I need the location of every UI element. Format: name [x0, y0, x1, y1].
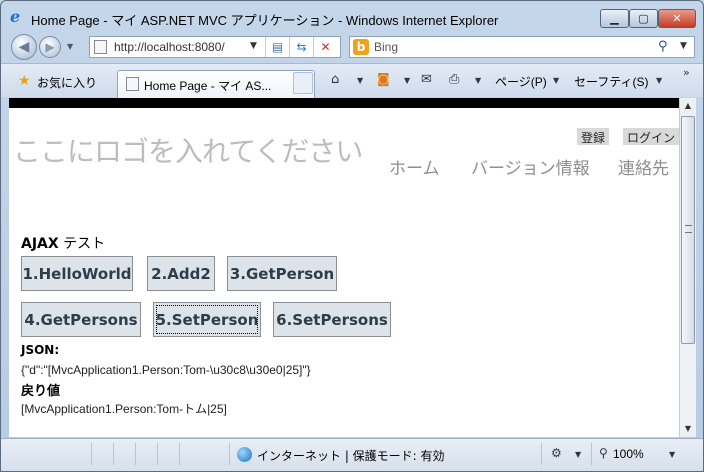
get-persons-button[interactable]: 4.GetPersons [21, 302, 141, 337]
register-link[interactable]: 登録 [577, 128, 610, 145]
bing-icon: b [353, 39, 369, 55]
recent-pages-dropdown-icon[interactable]: ▼ [67, 42, 73, 51]
menu-contact[interactable]: 連絡先 [618, 154, 669, 179]
mail-icon[interactable]: ✉ [421, 72, 432, 87]
vertical-scrollbar[interactable]: ▲ ▼ [679, 98, 696, 437]
refresh-icon: ⇆ [296, 40, 307, 54]
home-icon[interactable]: ⌂ [331, 72, 339, 87]
login-link[interactable]: ログイン [623, 128, 679, 145]
search-input[interactable]: Bing [374, 40, 398, 54]
ie-window: e Home Page - マイ ASP.NET MVC アプリケーション - … [0, 0, 704, 472]
favorites-bar: ★ お気に入り Home Page - マイ AS... ⌂ ▼ ◙ ▼ ✉ ⎙… [1, 63, 703, 98]
security-zone-text[interactable]: インターネット | 保護モード: 有効 [257, 447, 445, 464]
feeds-icon[interactable]: ◙ [377, 72, 390, 87]
popup-dropdown-icon[interactable]: ▼ [575, 450, 581, 459]
stop-button[interactable]: ✕ [313, 37, 337, 57]
scroll-up-arrow-icon[interactable]: ▲ [680, 98, 696, 114]
stop-icon: ✕ [320, 40, 331, 54]
status-divider [157, 443, 158, 465]
page-icon [94, 40, 107, 54]
address-row: ◀ ▶ ▼ http://localhost:8080/ ▼ ▤ ⇆ ✕ b B… [1, 33, 703, 61]
compatibility-view-icon: ▤ [271, 40, 284, 54]
back-button[interactable]: ◀ [11, 34, 37, 60]
page-top-bar [9, 98, 679, 108]
title-bar: e Home Page - マイ ASP.NET MVC アプリケーション - … [1, 1, 703, 33]
status-bar: インターネット | 保護モード: 有効 ⚙ ▼ ⚲ 100% ▼ [1, 438, 703, 471]
page-content: ここにロゴを入れてください 登録 ログイン ホーム バージョン情報 連絡先 AJ… [9, 98, 679, 437]
status-divider [591, 443, 592, 465]
status-divider [179, 443, 180, 465]
maximize-icon: ▢ [638, 12, 649, 25]
menu-home[interactable]: ホーム [389, 154, 440, 179]
get-person-button[interactable]: 3.GetPerson [227, 256, 337, 291]
hello-world-button[interactable]: 1.HelloWorld [21, 256, 133, 291]
address-bar[interactable]: http://localhost:8080/ ▼ ▤ ⇆ ✕ [89, 36, 341, 58]
site-header: ここにロゴを入れてください 登録 ログイン ホーム バージョン情報 連絡先 [9, 108, 679, 190]
json-label: JSON: [21, 343, 60, 357]
status-divider [229, 443, 230, 465]
window-title: Home Page - マイ ASP.NET MVC アプリケーション - Wi… [31, 13, 499, 28]
address-input[interactable]: http://localhost:8080/ [114, 40, 225, 54]
back-arrow-icon: ◀ [18, 39, 30, 55]
tab-home-page[interactable]: Home Page - マイ AS... [117, 70, 315, 98]
print-icon[interactable]: ⎙ [449, 72, 459, 87]
favorites-button[interactable]: お気に入り [37, 74, 97, 91]
zoom-icon[interactable]: ⚲ [599, 446, 608, 460]
status-divider [135, 443, 136, 465]
main-content: AJAX テスト 1.HelloWorld 2.Add2 3.GetPerson… [9, 186, 679, 437]
new-tab-button[interactable] [293, 72, 313, 94]
site-logo-text: ここにロゴを入れてください [13, 135, 363, 168]
safety-dropdown-icon: ▼ [656, 76, 663, 85]
scroll-thumb[interactable] [681, 116, 695, 344]
zoom-level[interactable]: 100% [613, 447, 644, 461]
search-dropdown-icon[interactable]: ▼ [680, 41, 687, 51]
scroll-down-arrow-icon[interactable]: ▼ [680, 421, 696, 437]
maximize-button[interactable]: ▢ [629, 9, 658, 28]
status-divider [541, 443, 542, 465]
popup-blocker-icon[interactable]: ⚙ [551, 446, 562, 460]
result-label: 戻り値 [21, 384, 61, 399]
close-button[interactable]: ✕ [658, 9, 696, 28]
set-person-button[interactable]: 5.SetPerson [153, 302, 261, 337]
set-persons-button[interactable]: 6.SetPersons [273, 302, 391, 337]
status-divider [113, 443, 114, 465]
status-divider [91, 443, 92, 465]
ajax-section-title: AJAX テスト [21, 236, 106, 252]
more-commands-icon[interactable]: » [683, 66, 690, 79]
json-value: {"d":"[MvcApplication1.Person:Tom-\u30c8… [21, 363, 311, 377]
globe-icon [237, 447, 252, 462]
add2-button[interactable]: 2.Add2 [147, 256, 215, 291]
result-value: [MvcApplication1.Person:Tom-トム|25] [21, 402, 227, 416]
feeds-dropdown-icon[interactable]: ▼ [404, 76, 410, 85]
tab-page-icon [126, 77, 139, 91]
minimize-button[interactable]: ▁ [600, 9, 629, 28]
compatibility-view-button[interactable]: ▤ [265, 37, 289, 57]
scroll-grip-icon [685, 225, 692, 233]
home-dropdown-icon[interactable]: ▼ [357, 76, 363, 85]
page-dropdown-icon: ▼ [553, 76, 560, 85]
close-icon: ✕ [672, 12, 682, 25]
safety-menu[interactable]: セーフティ(S) [574, 73, 649, 90]
page-menu[interactable]: ページ(P) [495, 73, 547, 90]
favorites-star-icon[interactable]: ★ [18, 73, 31, 89]
address-dropdown-icon[interactable]: ▼ [250, 41, 257, 51]
search-icon[interactable]: ⚲ [658, 39, 668, 54]
refresh-button[interactable]: ⇆ [289, 37, 313, 57]
ie-logo-icon: e [10, 7, 21, 26]
menu-about[interactable]: バージョン情報 [471, 154, 590, 179]
print-dropdown-icon[interactable]: ▼ [475, 76, 481, 85]
minimize-icon: ▁ [610, 12, 619, 25]
zoom-dropdown-icon[interactable]: ▼ [669, 450, 675, 459]
search-box[interactable]: b Bing ⚲ ▼ [349, 36, 695, 58]
forward-button[interactable]: ▶ [39, 36, 61, 58]
tab-label: Home Page - マイ AS... [144, 79, 272, 93]
forward-arrow-icon: ▶ [45, 40, 55, 54]
